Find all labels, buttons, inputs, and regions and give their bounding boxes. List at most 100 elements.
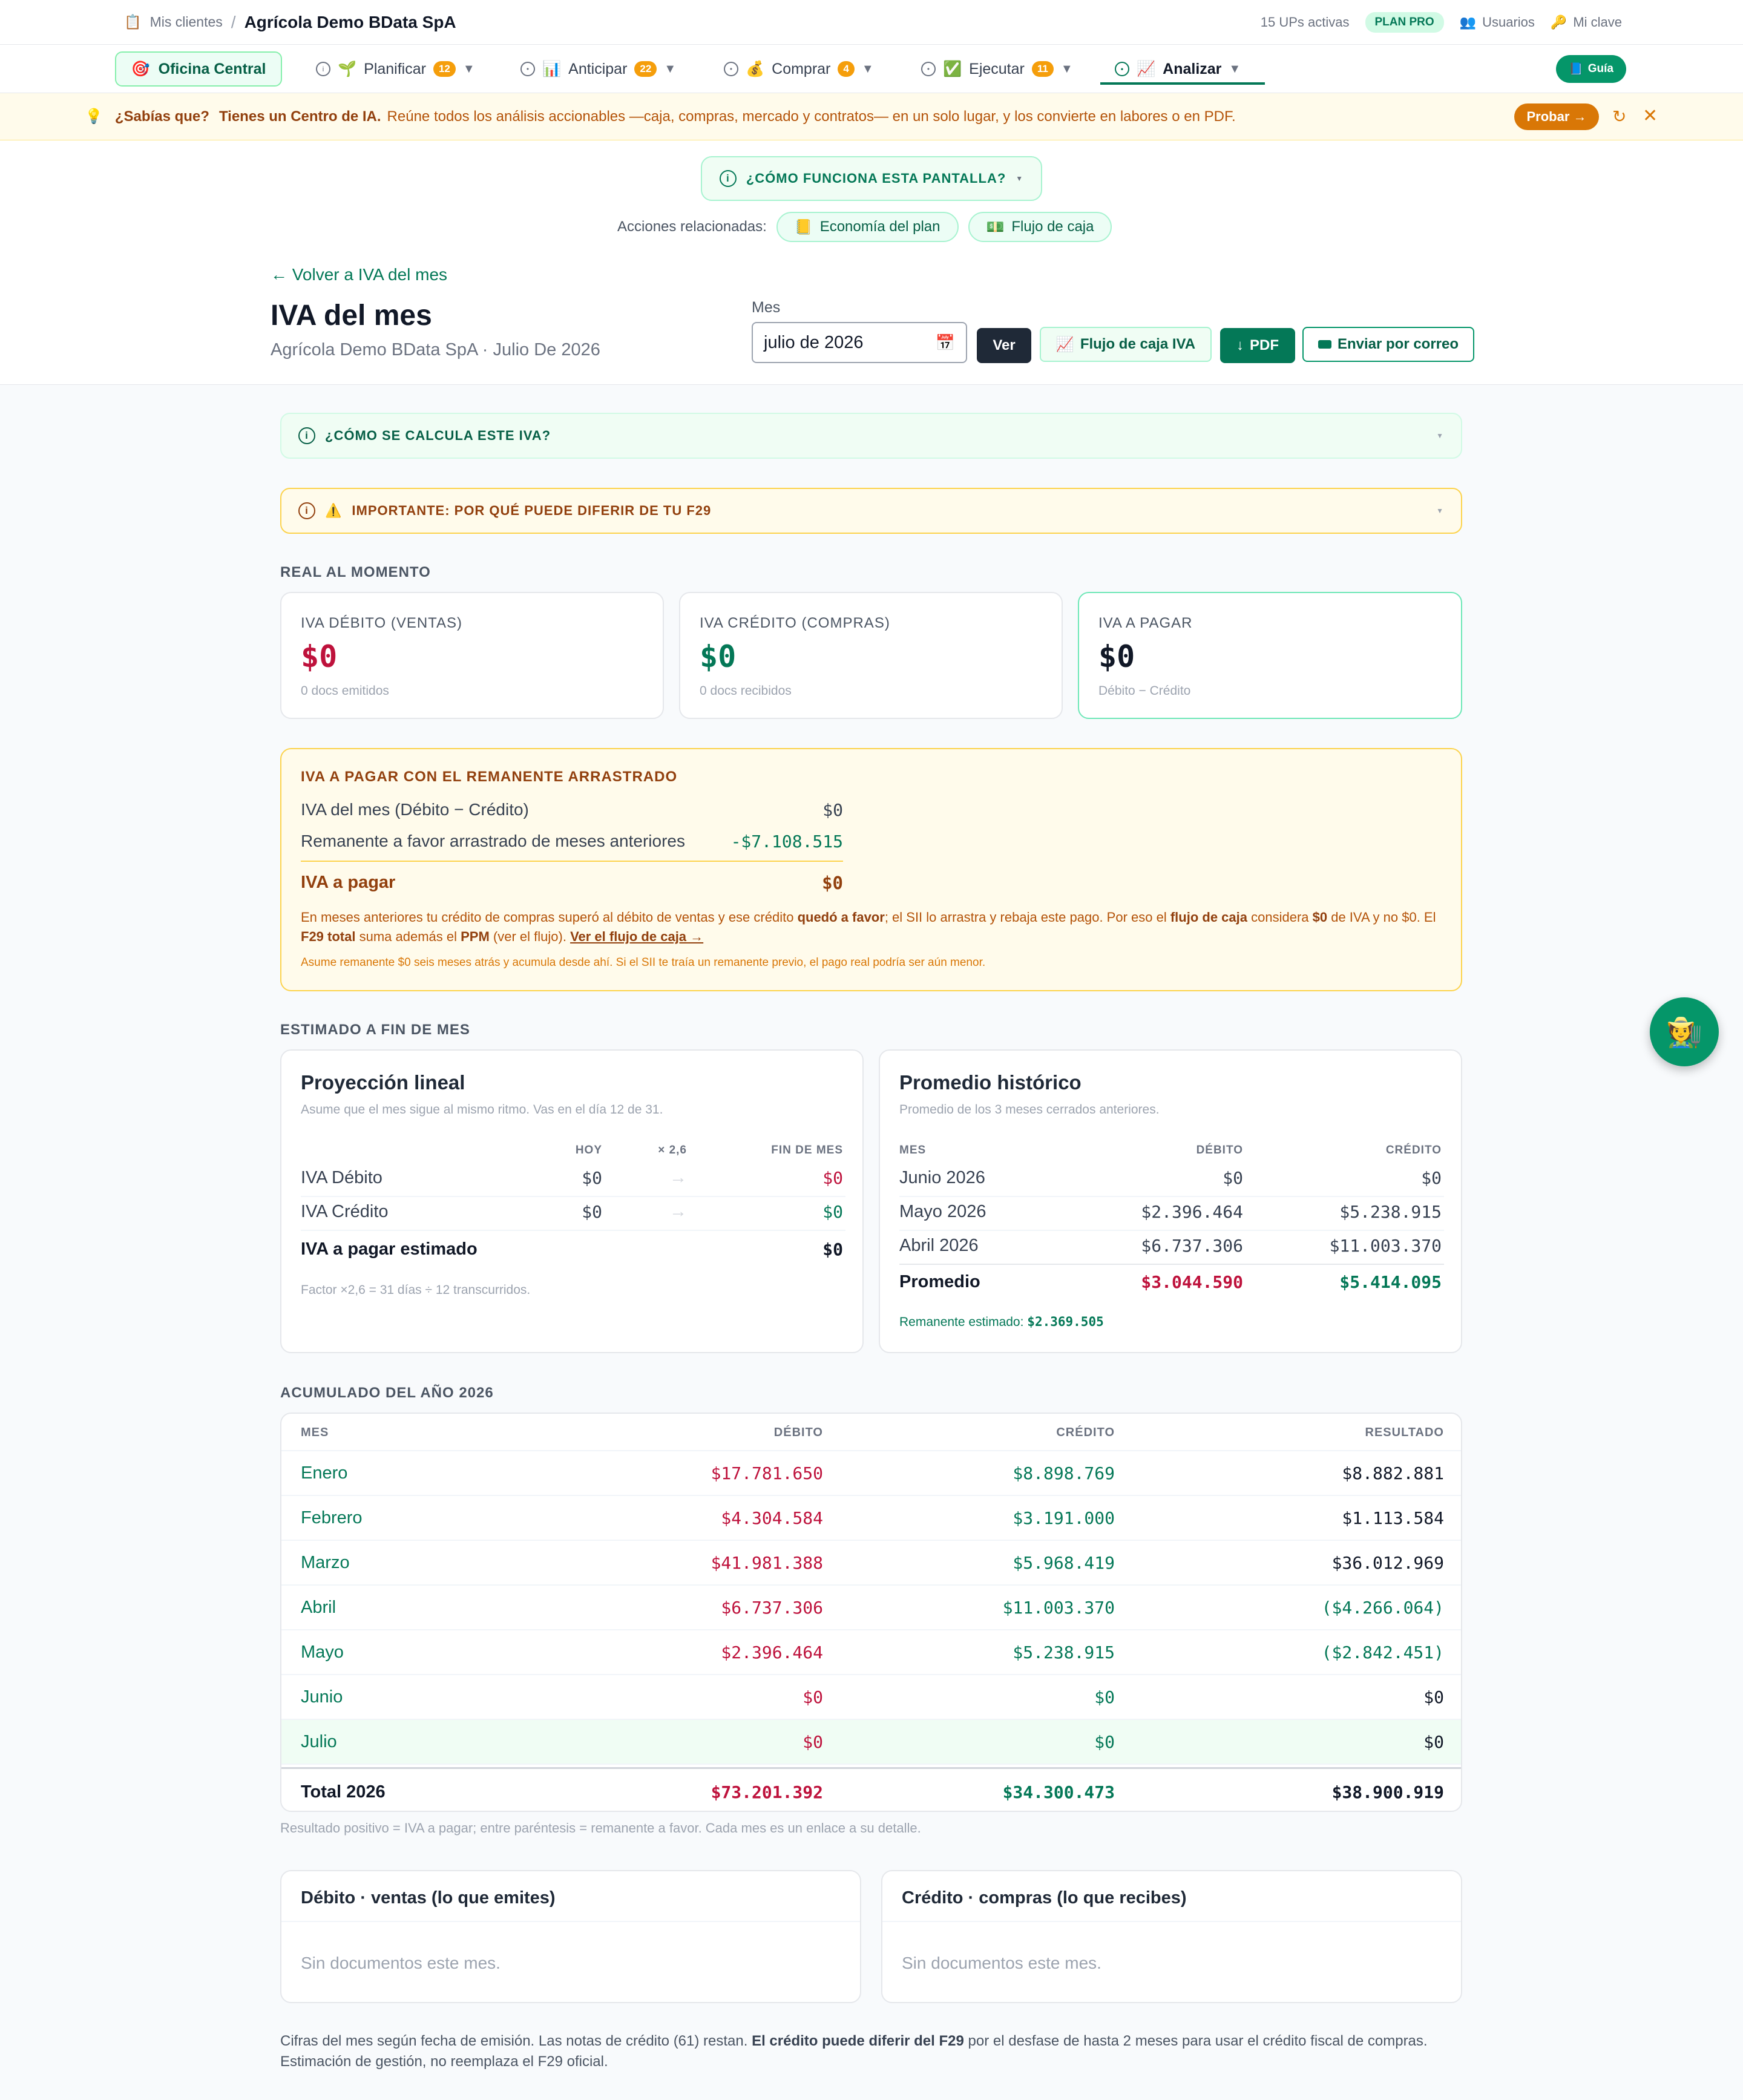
tip-probar-button[interactable]: Probar → — [1514, 103, 1599, 130]
calendar-icon[interactable]: 📅 — [936, 333, 955, 352]
nav-planificar[interactable]: i 🌱 Planificar 12 ▼ — [316, 57, 475, 81]
main-nav: 🎯 Oficina Central i 🌱 Planificar 12 ▼ • … — [0, 45, 1743, 93]
how-it-works-toggle[interactable]: i ¿CÓMO FUNCIONA ESTA PANTALLA? ▼ — [701, 156, 1042, 201]
assistant-fab[interactable]: 🧑‍🌾 — [1650, 997, 1719, 1066]
caret-down-icon: ▼ — [1436, 431, 1444, 440]
calc-explainer-toggle[interactable]: i ¿CÓMO SE CALCULA ESTE IVA? ▼ — [280, 413, 1462, 459]
historico-header-debito: DÉBITO — [1196, 1144, 1243, 1157]
chevron-down-icon: ▼ — [861, 62, 874, 76]
ver-button[interactable]: Ver — [977, 328, 1031, 363]
table-row[interactable]: Junio $0 $0 $0 — [281, 1675, 1461, 1720]
nav-comprar-badge: 4 — [838, 61, 855, 77]
remanente-text-e: considera — [1247, 910, 1313, 925]
users-icon: 👥 — [1459, 14, 1477, 30]
historico-remanente-value: $2.369.505 — [1027, 1314, 1104, 1329]
historico-row-credito: $0 — [1421, 1168, 1442, 1188]
table-row[interactable]: Abril $6.737.306 $11.003.370 ($4.266.064… — [281, 1586, 1461, 1630]
bottom-disclaimer: Cifras del mes según fecha de emisión. L… — [280, 2031, 1466, 2072]
f29-warning-toggle[interactable]: i ⚠️ IMPORTANTE: POR QUÉ PUEDE DIFERIR D… — [280, 488, 1462, 534]
seedling-icon: 🌱 — [338, 60, 357, 77]
acumulado-note: Resultado positivo = IVA a pagar; entre … — [280, 1820, 921, 1836]
chevron-down-icon: ▼ — [664, 62, 677, 76]
plan-badge: PLAN PRO — [1365, 11, 1444, 33]
trend-chart-icon: 📈 — [1137, 60, 1156, 77]
close-icon[interactable]: ✕ — [1643, 105, 1658, 126]
row-mes[interactable]: Junio — [301, 1687, 343, 1707]
nav-analizar[interactable]: • 📈 Analizar ▼ — [1115, 57, 1241, 81]
row-resultado: $36.012.969 — [1331, 1553, 1444, 1573]
row-credito: $0 — [1094, 1687, 1115, 1707]
check-box-icon: ✅ — [943, 60, 962, 77]
tip-banner: 💡 ¿Sabías que? Tienes un Centro de IA. R… — [0, 93, 1743, 140]
table-row[interactable]: Febrero $4.304.584 $3.191.000 $1.113.584 — [281, 1496, 1461, 1541]
table-row[interactable]: Mayo $2.396.464 $5.238.915 ($2.842.451) — [281, 1630, 1461, 1675]
kpi-debito-label: IVA DÉBITO (VENTAS) — [301, 615, 463, 631]
nav-oficina-central[interactable]: 🎯 Oficina Central — [115, 51, 282, 87]
proyeccion-note: Factor ×2,6 = 31 días ÷ 12 transcurridos… — [301, 1283, 531, 1297]
flujo-iva-button[interactable]: 📈 Flujo de caja IVA — [1040, 327, 1212, 362]
trend-chart-icon: 📈 — [1055, 336, 1074, 353]
row-credito: $11.003.370 — [1002, 1598, 1115, 1618]
guia-label: Guía — [1587, 62, 1613, 75]
calc-explainer-label: ¿CÓMO SE CALCULA ESTE IVA? — [325, 428, 551, 443]
section-estimado: ESTIMADO A FIN DE MES — [280, 1022, 470, 1038]
how-it-works-label: ¿CÓMO FUNCIONA ESTA PANTALLA? — [746, 171, 1006, 186]
refresh-icon[interactable]: ↻ — [1612, 107, 1626, 126]
row-mes[interactable]: Febrero — [301, 1508, 363, 1528]
nav-ejecutar[interactable]: • ✅ Ejecutar 11 ▼ — [921, 57, 1073, 81]
related-flujo-chip[interactable]: 💵 Flujo de caja — [968, 212, 1112, 242]
my-key-link[interactable]: 🔑 Mi clave — [1551, 15, 1622, 30]
kpi-credito-value: $0 — [700, 639, 737, 674]
ver-flujo-link[interactable]: Ver el flujo de caja → — [570, 929, 703, 944]
email-label: Enviar por correo — [1337, 336, 1459, 352]
row-divider — [301, 1230, 845, 1231]
related-economia-chip[interactable]: 📒 Economía del plan — [776, 212, 959, 242]
nav-comprar[interactable]: • 💰 Comprar 4 ▼ — [724, 57, 874, 81]
related-economia-label: Economía del plan — [819, 218, 940, 235]
historico-remanente-label: Remanente estimado: — [899, 1315, 1024, 1329]
proyeccion-header-fin: FIN DE MES — [771, 1144, 843, 1157]
office-icon: 🎯 — [131, 60, 150, 77]
proyeccion-title: Proyección lineal — [301, 1071, 465, 1094]
acumulado-header-mes: MES — [301, 1426, 329, 1439]
info-icon: i — [298, 427, 315, 444]
remanente-row-arrastre-label: Remanente a favor arrastrado de meses an… — [301, 832, 685, 850]
kpi-debito-value: $0 — [301, 639, 338, 674]
caret-down-icon: ▼ — [1016, 174, 1024, 183]
row-mes[interactable]: Julio — [301, 1732, 337, 1752]
guia-button[interactable]: 📘 Guía — [1556, 55, 1626, 83]
top-bar: 📋 Mis clientes / Agrícola Demo BData SpA… — [0, 0, 1743, 45]
remanente-explanation: En meses anteriores tu crédito de compra… — [301, 908, 1445, 947]
row-mes[interactable]: Mayo — [301, 1642, 344, 1662]
remanente-text-c: ; el SII lo arrastra y rebaja este pago.… — [884, 910, 1170, 925]
table-row-current[interactable]: Julio $0 $0 $0 — [281, 1720, 1461, 1765]
remanente-row-mes-value: $0 — [822, 800, 843, 820]
acumulado-header-credito: CRÉDITO — [1056, 1426, 1115, 1439]
target-ring-icon: • — [724, 62, 738, 76]
key-icon: 🔑 — [1550, 14, 1567, 30]
table-row[interactable]: Marzo $41.981.388 $5.968.419 $36.012.969 — [281, 1541, 1461, 1586]
cash-icon: 💵 — [986, 218, 1005, 235]
row-mes[interactable]: Marzo — [301, 1553, 350, 1573]
pdf-button[interactable]: ↓ PDF — [1220, 328, 1295, 363]
envelope-icon — [1318, 340, 1331, 349]
users-link[interactable]: 👥 Usuarios — [1460, 15, 1535, 30]
tip-text: Reúne todos los análisis accionables —ca… — [387, 108, 1236, 125]
row-mes[interactable]: Abril — [301, 1598, 336, 1618]
historico-row-mes: Mayo 2026 — [899, 1202, 986, 1221]
historico-row-debito: $0 — [1223, 1168, 1243, 1188]
breadcrumb-mis-clientes[interactable]: Mis clientes — [150, 14, 223, 30]
nav-anticipar[interactable]: • 📊 Anticipar 22 ▼ — [520, 57, 676, 81]
card-divider — [882, 1921, 1461, 1922]
back-link[interactable]: ← Volver a IVA del mes — [271, 265, 447, 284]
credito-docs-empty: Sin documentos este mes. — [902, 1954, 1101, 1972]
email-button[interactable]: Enviar por correo — [1302, 327, 1474, 362]
target-ring-icon: • — [1115, 62, 1129, 76]
row-mes[interactable]: Enero — [301, 1463, 347, 1483]
debito-docs-card: Débito · ventas (lo que emites) Sin docu… — [280, 1870, 861, 2003]
remanente-divider — [301, 861, 843, 862]
row-resultado: $8.882.881 — [1342, 1463, 1444, 1483]
table-row[interactable]: Enero $17.781.650 $8.898.769 $8.882.881 — [281, 1451, 1461, 1496]
kpi-credito-label: IVA CRÉDITO (COMPRAS) — [700, 615, 890, 631]
month-input[interactable]: julio de 2026 📅 — [752, 322, 967, 363]
